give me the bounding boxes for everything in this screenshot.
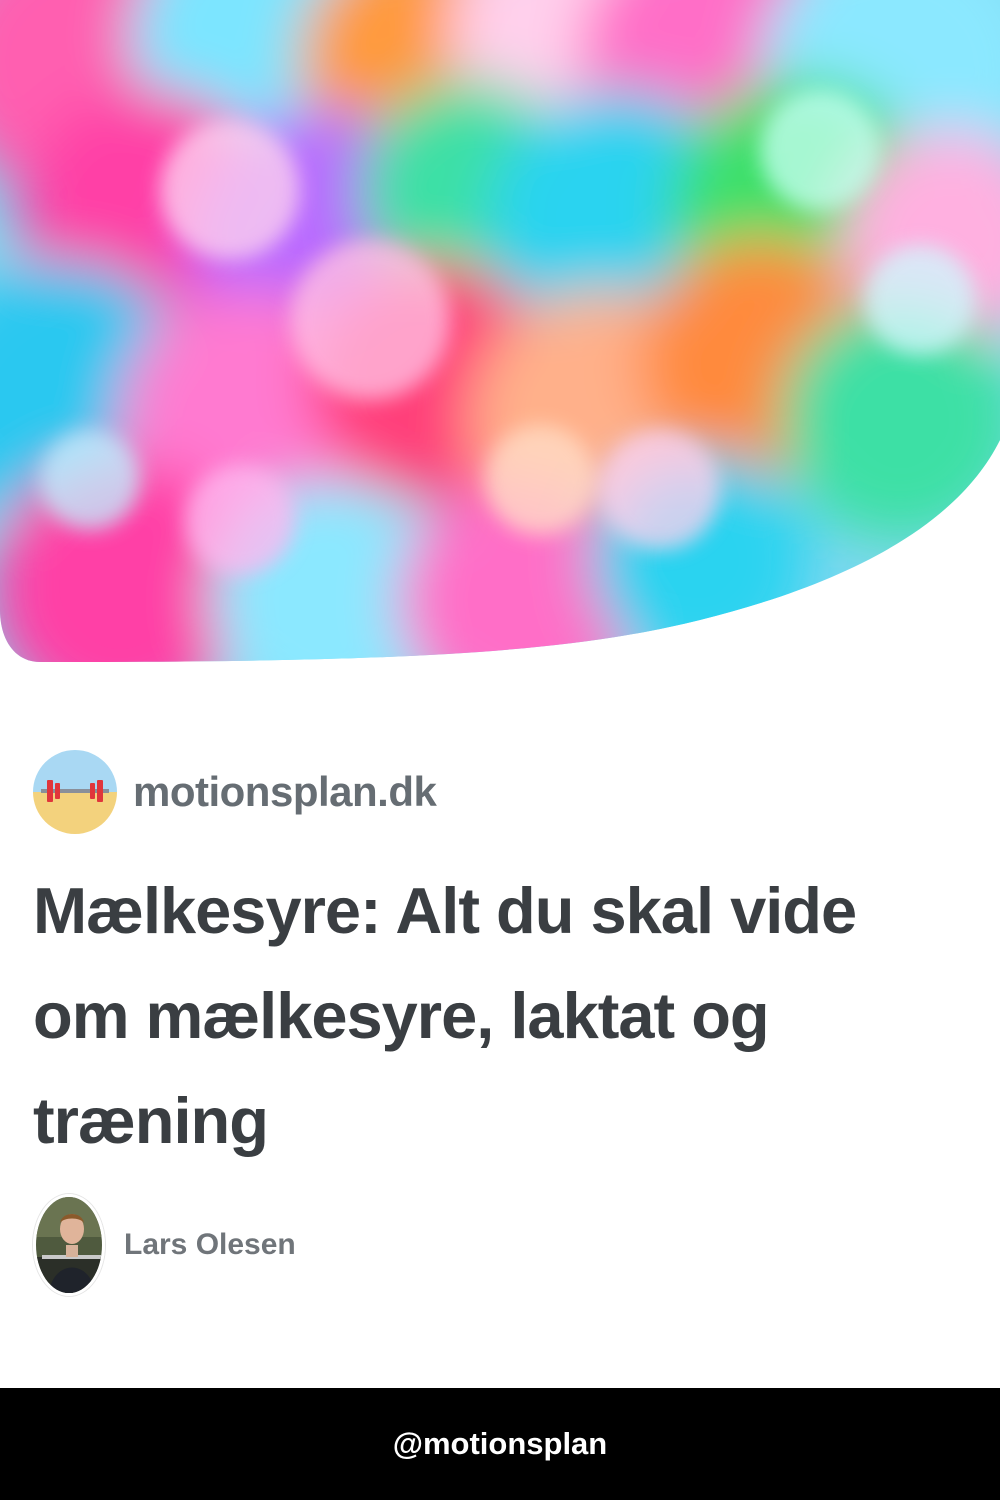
footer-bar: @motionsplan [0,1388,1000,1500]
barbell-beach-icon[interactable] [33,750,117,834]
hero-image [0,0,1000,662]
social-handle[interactable]: @motionsplan [393,1426,608,1462]
author-name[interactable]: Lars Olesen [124,1228,296,1262]
person-photo-icon[interactable] [33,1194,105,1296]
site-header: motionsplan.dk [33,750,437,834]
article-title[interactable]: Mælkesyre: Alt du skal vide om mælkesyre… [33,858,933,1173]
colorful-bokeh-image [0,0,1000,662]
site-name[interactable]: motionsplan.dk [133,768,437,816]
author-byline: Lars Olesen [33,1190,296,1300]
